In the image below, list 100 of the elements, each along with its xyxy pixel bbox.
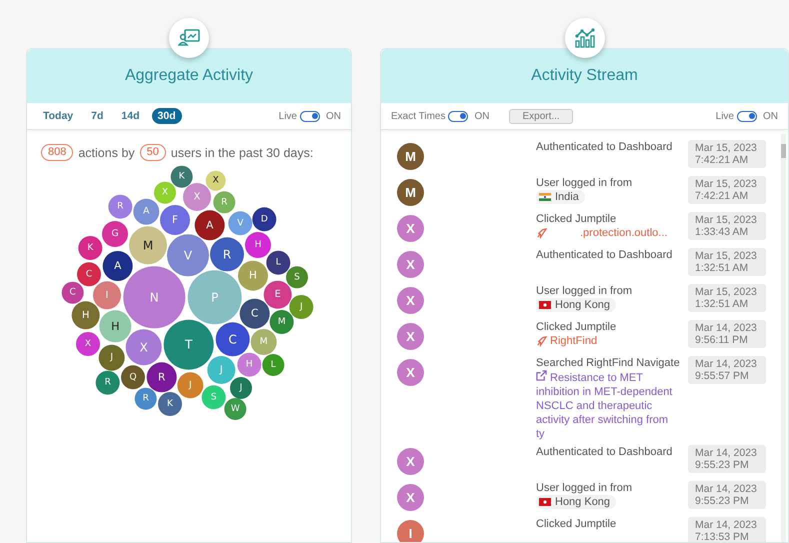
user-avatar: X <box>397 215 424 242</box>
location-chip: India <box>536 190 585 204</box>
user-bubble[interactable]: C <box>77 262 101 286</box>
action-count: 808 <box>41 144 74 161</box>
timestamp: Mar 15, 2023 1:32:51 AM <box>688 284 766 312</box>
exact-times-label: Exact Times <box>391 110 446 122</box>
user-bubble[interactable]: F <box>160 205 190 235</box>
user-bubble[interactable]: H <box>238 260 268 291</box>
user-bubble[interactable]: M <box>270 310 294 334</box>
jumptile-link[interactable]: .protection.outlo... <box>536 226 668 240</box>
timestamp: Mar 14, 2023 9:55:57 PM <box>688 356 766 384</box>
article-link[interactable]: Resistance to MET inhibition in MET-dependent NSCLC and therapeutic activity after switching from ty <box>536 370 676 441</box>
user-bubble[interactable]: R <box>210 237 244 272</box>
event-text: User logged in from <box>536 176 633 190</box>
card-title: Activity Stream <box>531 67 638 85</box>
user-bubble[interactable]: C <box>216 322 250 356</box>
user-bubble[interactable]: W <box>224 398 246 420</box>
user-bubble[interactable]: M <box>250 329 277 355</box>
user-bubble[interactable]: K <box>170 166 193 188</box>
timestamp: Mar 15, 2023 7:42:21 AM <box>688 176 766 204</box>
user-avatar: M <box>397 143 424 170</box>
range-tab[interactable]: Today <box>37 108 80 124</box>
user-bubble[interactable]: C <box>240 298 270 329</box>
jumptile-link[interactable]: RightFind <box>536 334 598 348</box>
timestamp: Mar 15, 2023 7:42:21 AM <box>688 140 766 168</box>
user-bubble[interactable]: L <box>266 250 290 275</box>
location-chip: Hong Kong <box>536 495 616 509</box>
user-avatar: X <box>397 448 424 475</box>
toggle-state: ON <box>763 110 778 122</box>
user-avatar: X <box>397 323 424 350</box>
event-text: Clicked Jumptile <box>536 320 618 334</box>
event-text: Clicked Jumptile <box>536 517 618 531</box>
user-bubble[interactable]: H <box>237 352 262 377</box>
toggle-state: ON <box>326 110 341 122</box>
user-bubble[interactable]: J <box>177 372 204 398</box>
user-bubble[interactable]: V <box>167 234 209 276</box>
exact-times-toggle[interactable] <box>448 110 468 122</box>
user-bubble[interactable]: K <box>158 392 182 416</box>
user-bubble[interactable]: T <box>164 320 214 370</box>
live-toggle[interactable] <box>737 110 757 122</box>
user-bubble[interactable]: J <box>230 377 252 399</box>
user-bubble[interactable]: L <box>262 354 284 376</box>
user-bubble[interactable]: V <box>228 211 252 236</box>
user-bubble[interactable]: R <box>213 191 236 214</box>
user-bubble[interactable]: H <box>245 232 271 258</box>
event-text: Authenticated to Dashboard <box>536 248 674 262</box>
user-bubble[interactable]: J <box>289 295 314 319</box>
toggle-state: ON <box>474 110 490 122</box>
user-bubble[interactable]: K <box>78 236 102 260</box>
summary-text: users in the past 30 days: <box>170 146 314 160</box>
user-bubble[interactable]: X <box>76 332 100 356</box>
user-bubble[interactable]: N <box>123 266 186 328</box>
user-bubble[interactable]: X <box>206 170 226 191</box>
flag-icon <box>539 193 551 201</box>
live-label: Live <box>278 110 297 122</box>
user-bubble[interactable]: J <box>98 344 125 371</box>
summary-text: actions by <box>78 146 135 160</box>
scrollbar[interactable] <box>781 134 786 542</box>
location-chip: Hong Kong <box>536 298 616 312</box>
timestamp: Mar 14, 2023 7:13:53 PM <box>688 517 766 542</box>
rocket-icon <box>536 336 547 346</box>
range-tab[interactable]: 14d <box>115 108 146 124</box>
event-text: Authenticated to Dashboard <box>536 445 674 459</box>
user-avatar: X <box>397 359 424 386</box>
user-bubble[interactable]: R <box>108 194 132 219</box>
user-bubble[interactable]: C <box>62 282 84 304</box>
flag-icon <box>539 301 551 309</box>
user-bubble[interactable]: D <box>252 207 276 232</box>
external-link-icon <box>536 370 547 381</box>
user-count: 50 <box>140 144 166 161</box>
user-bubble[interactable]: A <box>133 198 160 225</box>
user-bubble[interactable]: I <box>93 281 121 310</box>
user-bubble[interactable]: M <box>129 226 167 264</box>
user-bubble[interactable]: A <box>194 210 225 240</box>
timestamp: Mar 14, 2023 9:55:23 PM <box>688 445 766 473</box>
rocket-icon <box>536 228 547 238</box>
range-tab[interactable]: 7d <box>85 108 110 124</box>
user-bubble[interactable]: A <box>102 251 133 281</box>
export-button[interactable]: Export... <box>509 108 573 124</box>
range-tab[interactable]: 30d <box>152 108 182 124</box>
user-bubble[interactable]: S <box>286 266 308 288</box>
timestamp: Mar 14, 2023 9:55:23 PM <box>688 481 766 509</box>
event-text: Clicked Jumptile <box>536 212 618 226</box>
user-bubble[interactable]: R <box>146 362 177 392</box>
user-bubble[interactable]: G <box>102 221 128 247</box>
user-avatar: X <box>397 484 424 511</box>
user-bubble[interactable]: J <box>207 356 236 384</box>
user-bubble[interactable]: X <box>126 329 162 366</box>
user-bubble[interactable]: E <box>264 280 292 309</box>
user-bubble[interactable]: R <box>134 388 157 410</box>
user-bubble[interactable]: H <box>99 310 132 342</box>
timestamp: Mar 14, 2023 9:56:11 PM <box>688 320 766 348</box>
user-bubble[interactable]: R <box>96 370 120 395</box>
user-avatar: X <box>397 287 424 314</box>
user-bubble[interactable]: X <box>183 183 211 211</box>
user-bubble[interactable]: H <box>72 301 100 330</box>
user-avatar: I <box>397 520 424 542</box>
user-bubble[interactable]: Q <box>121 365 145 390</box>
user-avatar: X <box>397 251 424 278</box>
live-toggle[interactable] <box>300 110 320 122</box>
